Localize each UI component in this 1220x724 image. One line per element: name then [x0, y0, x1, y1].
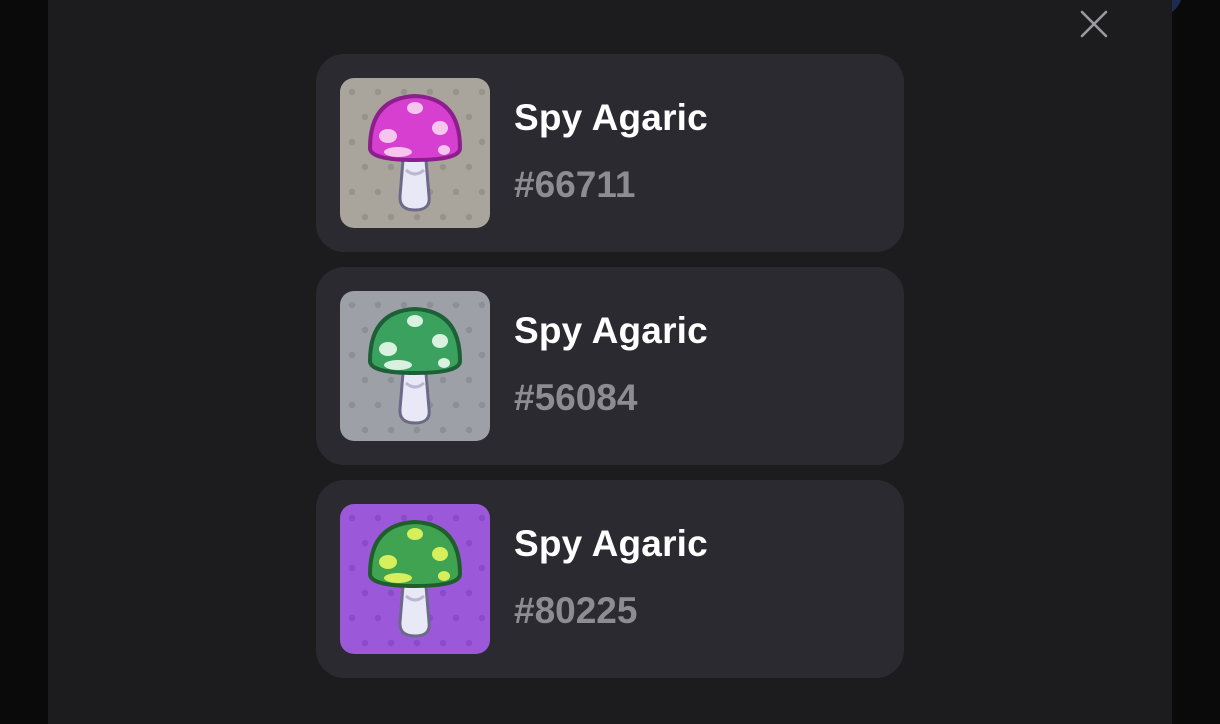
- item-number: #80225: [514, 590, 638, 631]
- item-info: Spy Agaric #66711: [514, 99, 708, 205]
- item-name: Spy Agaric: [514, 97, 708, 138]
- item-list: Spy Agaric #66711 Spy Agaric #56084 Spy …: [316, 54, 904, 678]
- item-image: [340, 504, 490, 654]
- green-mushroom-icon: [340, 291, 490, 441]
- item-number: #56084: [514, 377, 638, 418]
- item-name: Spy Agaric: [514, 523, 708, 564]
- pink-mushroom-icon: [340, 78, 490, 228]
- item-number: #66711: [514, 164, 636, 205]
- close-icon: [1080, 10, 1108, 38]
- item-card[interactable]: Spy Agaric #66711: [316, 54, 904, 252]
- collection-modal: Spy Agaric #66711 Spy Agaric #56084 Spy …: [48, 0, 1172, 724]
- item-image: [340, 78, 490, 228]
- item-info: Spy Agaric #80225: [514, 525, 708, 631]
- item-image: [340, 291, 490, 441]
- lime-spotted-mushroom-icon: [340, 504, 490, 654]
- item-card[interactable]: Spy Agaric #56084: [316, 267, 904, 465]
- item-card[interactable]: Spy Agaric #80225: [316, 480, 904, 678]
- item-info: Spy Agaric #56084: [514, 312, 708, 418]
- close-button[interactable]: [1078, 8, 1110, 40]
- item-name: Spy Agaric: [514, 310, 708, 351]
